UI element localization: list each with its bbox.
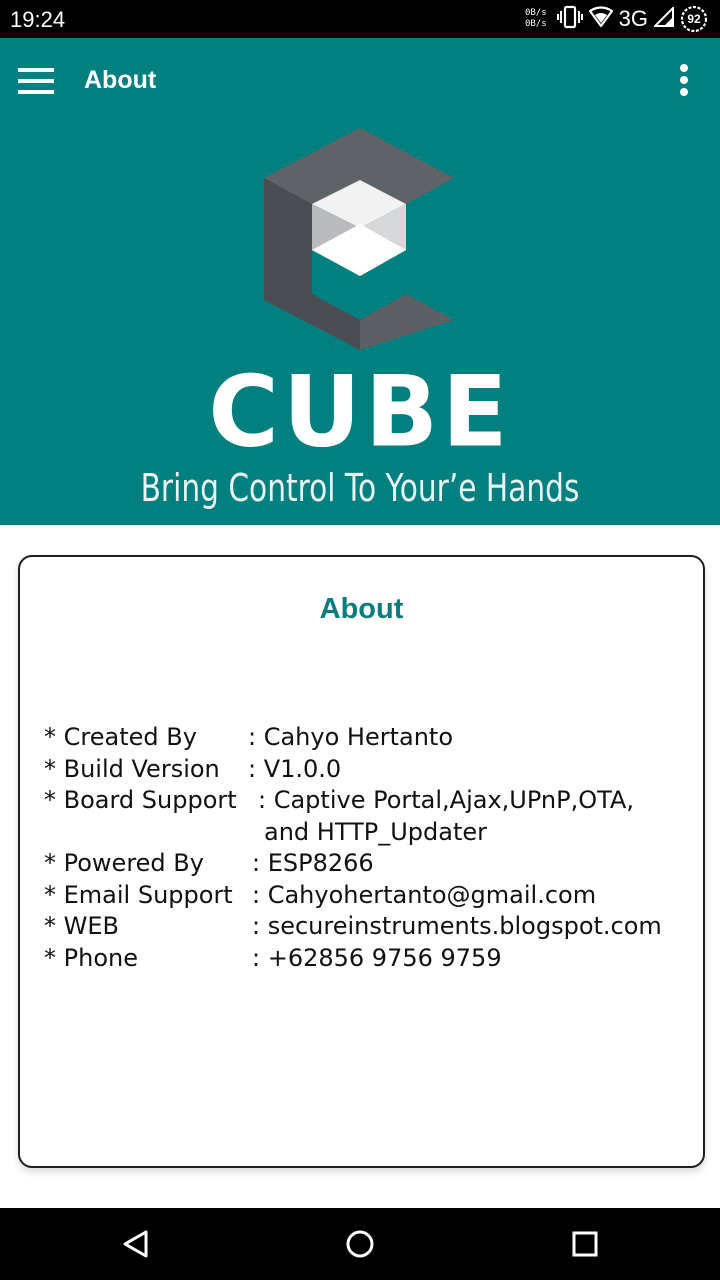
info-row-created-by: * Created By : Cahyo Hertanto [44,722,662,754]
brand-tagline: Bring Control To Your’e Hands [140,466,580,510]
info-row-build-version: * Build Version : V1.0.0 [44,754,662,786]
wifi-icon [588,5,613,33]
info-label [44,817,264,849]
status-bar: 19:24 0B/s 0B/s 3G 92 [0,0,720,38]
info-label: * Board Support [44,786,237,814]
network-speed: 0B/s 0B/s [525,8,547,30]
network-type: 3G [618,6,648,31]
info-row-board-support-cont: and HTTP_Updater [44,817,662,849]
about-card: About * Created By : Cahyo Hertanto * Bu… [18,555,705,1168]
info-label: * WEB [44,912,119,940]
info-value: : V1.0.0 [248,754,342,783]
back-icon[interactable] [114,1222,158,1266]
status-time: 19:24 [10,7,66,32]
toolbar: About [0,38,720,124]
hamburger-menu-icon[interactable] [14,60,58,104]
battery-icon: 92 [680,5,708,33]
cube-logo [240,124,480,356]
info-label: * Phone [44,943,138,972]
info-row-email-support: * Email Support : Cahyohertanto@gmail.co… [44,880,662,912]
info-row-phone: * Phone : +62856 9756 9759 [44,943,662,975]
info-label: * Powered By [44,849,204,877]
info-value: : Cahyo Hertanto [248,723,454,751]
app-header: About CUBE Bring Control To Your’e Hands [0,38,720,525]
info-row-board-support: * Board Support : Captive Portal,Ajax,UP… [44,785,662,817]
toolbar-title: About [84,66,157,94]
vibrate-icon [556,5,583,34]
signal-icon [652,5,674,32]
info-value: : +62856 9756 9759 [252,943,502,972]
info-value[interactable]: : secureinstruments.blogspot.com [252,911,662,943]
info-value: : Captive Portal,Ajax,UPnP,OTA, [258,786,634,814]
navigation-bar [0,1208,720,1280]
info-row-web: * WEB : secureinstruments.blogspot.com [44,911,662,943]
info-label: * Email Support [44,880,233,909]
recents-icon[interactable] [563,1222,607,1266]
info-list: * Created By : Cahyo Hertanto * Build Ve… [44,722,662,974]
info-row-powered-by: * Powered By : ESP8266 [44,848,662,880]
info-value: : Cahyohertanto@gmail.com [252,880,597,909]
info-label: * Build Version [44,754,220,783]
battery-level: 92 [687,12,701,26]
info-value: and HTTP_Updater [264,817,487,846]
info-value: : ESP8266 [252,849,374,877]
net-down: 0B/s [524,19,547,29]
net-up: 0B/s [524,8,547,18]
home-icon[interactable] [338,1222,382,1266]
brand-name: CUBE [208,354,512,470]
more-vertical-icon[interactable] [668,60,700,104]
status-icons: 0B/s 0B/s 3G 92 [525,4,708,34]
info-label: * Created By [44,723,197,751]
card-title: About [319,593,404,625]
